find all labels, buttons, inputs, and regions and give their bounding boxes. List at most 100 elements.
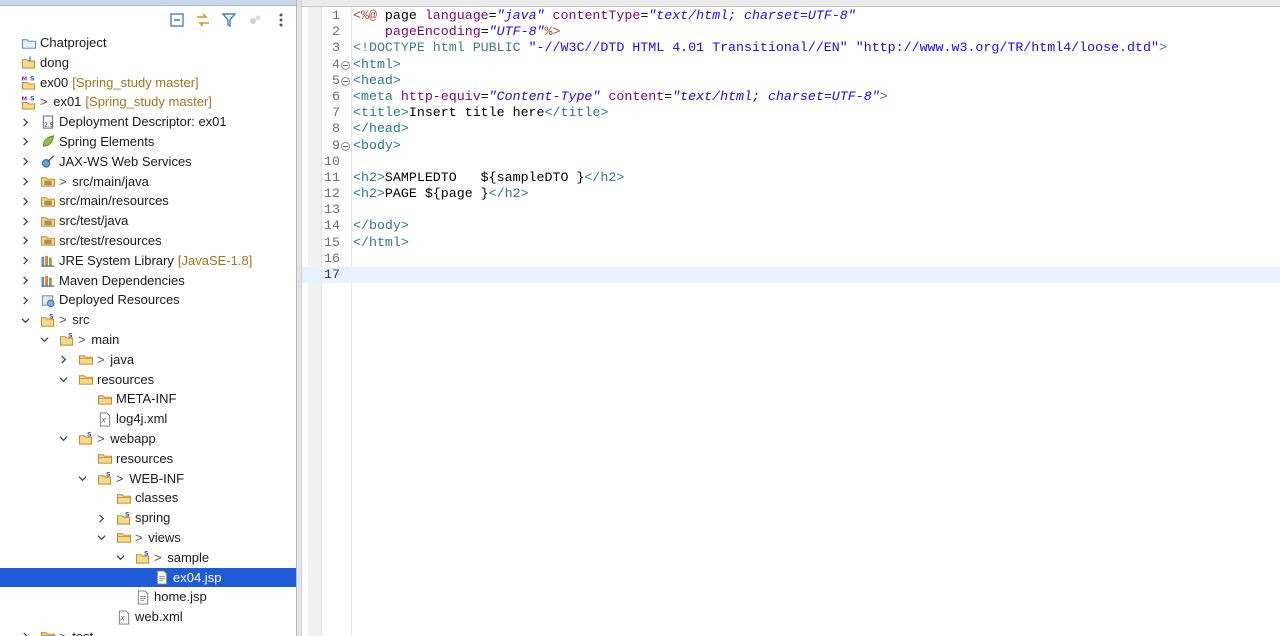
tree-item[interactable]: S > main [0,330,296,350]
code-line[interactable]: 11 <h2>SAMPLEDTO ${sampleDTO }</h2> [302,170,1280,186]
git-folder-icon: S [96,471,113,487]
tree-item[interactable]: Maven Dependencies [0,271,296,291]
code-line[interactable]: 13 [302,202,1280,218]
code-line[interactable]: 6 <meta http-equiv="Content-Type" content… [302,89,1280,105]
code-editor[interactable]: 1 <%@ page language="java" contentType="t… [302,0,1280,636]
editor-text-area[interactable]: 1 <%@ page language="java" contentType="t… [302,8,1280,284]
chevron-down-icon[interactable] [76,469,88,489]
tree-item[interactable]: classes [0,488,296,508]
code-line[interactable]: 14 </body> [302,218,1280,234]
chevron-right-icon[interactable] [57,350,69,370]
code-text: <html> [353,57,401,73]
tree-item-label: web.xml [135,607,183,627]
collapse-all-icon[interactable] [168,11,186,29]
code-line[interactable]: 16 [302,251,1280,267]
chevron-right-icon[interactable] [19,172,31,192]
chevron-right-icon[interactable] [19,290,31,310]
tree-item[interactable]: S > src [0,310,296,330]
tree-item[interactable]: src/test/resources [0,231,296,251]
chevron-right-icon[interactable] [19,231,31,251]
chevron-down-icon[interactable] [114,548,126,568]
tree-item[interactable]: M Sex00 [Spring_study master] [0,73,296,93]
tree-item[interactable]: JAX-WS Web Services [0,152,296,172]
chevron-down-icon[interactable] [95,528,107,548]
tree-item[interactable]: Chatproject [0,33,296,53]
code-line[interactable]: 10 [302,154,1280,170]
tree-item-label: > sample [154,548,209,568]
tree-item[interactable]: 2.5 Deployment Descriptor: ex01 [0,112,296,132]
tree-item[interactable]: Xweb.xml [0,607,296,627]
code-line[interactable]: 8 </head> [302,121,1280,137]
filter-icon[interactable] [220,11,238,29]
fold-collapse-icon[interactable] [341,141,350,151]
tree-item-label: spring [135,508,170,528]
folder-icon [77,352,94,368]
tree-item[interactable]: > src/main/java [0,172,296,192]
code-line[interactable]: 17 [302,267,1280,284]
tree-item-text: JAX-WS Web Services [59,153,192,169]
tree-item-decoration: [Spring_study master] [85,94,212,110]
tree-item[interactable]: resources [0,370,296,390]
chevron-down-icon[interactable] [19,310,31,330]
code-line[interactable]: 15 </html> [302,235,1280,251]
git-folder-icon: S [58,332,75,348]
chevron-right-icon[interactable] [19,152,31,172]
tree-item[interactable]: S > WEB-INF [0,469,296,489]
chevron-down-icon[interactable] [38,330,50,350]
line-number: 10 [324,153,340,169]
tree-item[interactable]: Sspring [0,508,296,528]
tree-item[interactable]: META-INF [0,389,296,409]
code-line[interactable]: 4 <html> [302,57,1280,73]
tree-item[interactable]: Spring Elements [0,132,296,152]
tree-item[interactable]: S > sample [0,548,296,568]
code-token: </body> [353,218,409,234]
view-menu-icon[interactable] [272,11,290,29]
tree-item[interactable]: S > webapp [0,429,296,449]
deployment-descriptor-icon: 2.5 [39,114,56,130]
code-line[interactable]: 12 <h2>PAGE ${page }</h2> [302,186,1280,202]
chevron-down-icon[interactable] [57,370,69,390]
tree-item[interactable]: resources [0,449,296,469]
code-token: <body> [353,137,401,153]
code-line[interactable]: 5 <head> [302,73,1280,89]
code-token: http-equiv [400,88,481,104]
tree-item[interactable]: Jdong [0,53,296,73]
code-token: %> [544,24,561,40]
chevron-right-icon[interactable] [19,132,31,152]
tree-item-label: > src/main/java [59,172,149,192]
chevron-right-icon[interactable] [19,211,31,231]
code-token: "-//W3C//DTD HTML 4.01 Transitional//EN" [528,40,848,56]
tree-item[interactable]: > views [0,528,296,548]
folder-icon [96,451,113,467]
code-text: <head> [353,73,401,89]
chevron-right-icon[interactable] [19,191,31,211]
tree-item[interactable]: src/main/resources [0,191,296,211]
tree-item[interactable]: ex04.jsp [0,567,296,588]
tree-item[interactable]: Xlog4j.xml [0,409,296,429]
tree-item[interactable]: > test [0,627,296,636]
chevron-down-icon[interactable] [57,429,69,449]
link-with-editor-icon[interactable] [194,11,212,29]
code-line[interactable]: 2 pageEncoding="UTF-8"%> [302,24,1280,40]
tree-item[interactable]: JRE System Library [JavaSE-1.8] [0,251,296,271]
chevron-right-icon[interactable] [19,271,31,291]
chevron-right-icon[interactable] [19,112,31,132]
tree-item[interactable]: > java [0,350,296,370]
chevron-right-icon[interactable] [19,251,31,271]
tree-item[interactable]: Deployed Resources [0,290,296,310]
code-line[interactable]: 9 <body> [302,138,1280,154]
focus-active-task-icon[interactable] [246,11,264,29]
code-line[interactable]: 1 <%@ page language="java" contentType="t… [302,8,1280,24]
tree-item[interactable]: M S > ex01 [Spring_study master] [0,92,296,112]
chevron-right-icon[interactable] [95,508,107,528]
code-line[interactable]: 7 <title>Insert title here</title> [302,105,1280,121]
tree-item[interactable]: home.jsp [0,587,296,607]
tree-item-text: resources [97,371,155,387]
chevron-right-icon[interactable] [19,627,31,636]
fold-collapse-icon[interactable] [341,60,350,70]
xml-file-icon: X [96,411,113,427]
fold-collapse-icon[interactable] [341,76,350,86]
source-folder-icon [39,213,56,229]
tree-item[interactable]: src/test/java [0,211,296,231]
code-line[interactable]: 3 <!DOCTYPE html PUBLIC "-//W3C//DTD HTML… [302,40,1280,56]
